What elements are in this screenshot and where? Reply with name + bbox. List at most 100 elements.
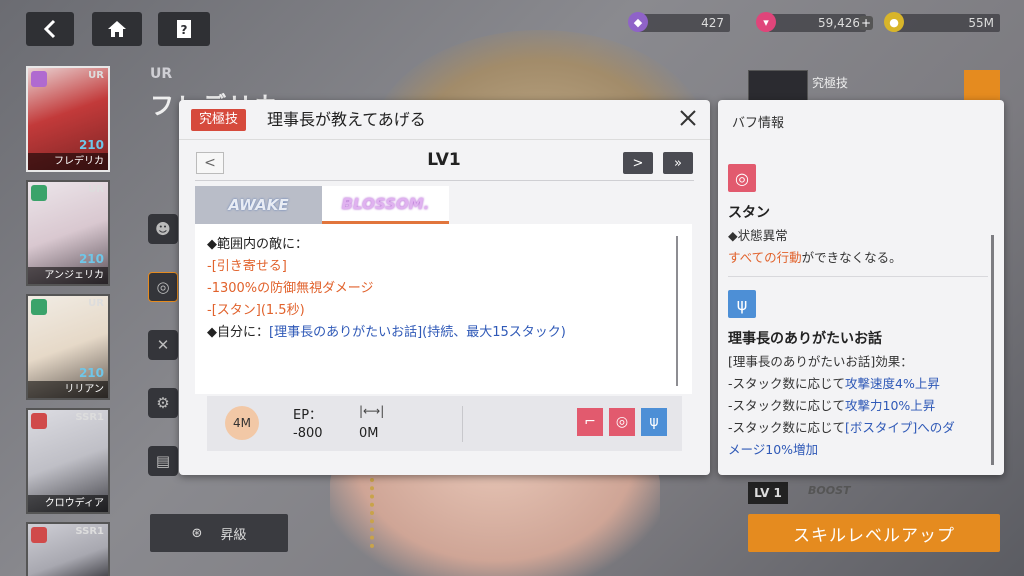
add-ticket-button[interactable]: + <box>859 16 873 30</box>
element-icon <box>31 71 47 87</box>
level-label: 210 <box>78 252 104 266</box>
buff-type: ◆状態異常 <box>728 228 788 243</box>
promote-icon: ⊛ <box>191 525 203 541</box>
buff-info-panel: バフ情報 ◎ スタン ◆状態異常 すべての行動ができなくなる。 ψ 理事長のあり… <box>718 100 1004 475</box>
ep-label: EP： <box>293 408 323 423</box>
roster-card[interactable]: UR 210 フレデリカ <box>26 66 110 172</box>
double-chevron-right-icon: » <box>674 155 682 171</box>
boost-label: BOOST <box>808 484 851 497</box>
back-button[interactable] <box>26 12 74 46</box>
buff-name: 理事長のありがたいお話 <box>728 331 882 347</box>
buff-effect-line: -スタック数に応じて攻撃速度4%上昇 <box>728 373 940 392</box>
chevron-right-icon: > <box>632 155 644 171</box>
buff-panel-title: バフ情報 <box>732 116 785 131</box>
gem-icon: ◆ <box>628 12 648 32</box>
hook-icon[interactable]: ⌐ <box>577 408 603 436</box>
divider <box>728 276 988 277</box>
buff-text: -スタック数に応じて <box>728 420 846 435</box>
card-tab-icon[interactable]: ▤ <box>148 446 178 476</box>
range-badge: 4M <box>225 406 259 440</box>
element-icon <box>31 185 47 201</box>
buff-text: -スタック数に応じて <box>728 376 846 391</box>
gear-tab-icon[interactable]: ⚙ <box>148 388 178 418</box>
distance-icon: |⟷| <box>359 404 385 418</box>
help-icon: ? <box>177 20 191 38</box>
buff-highlight: 攻撃速度4%上昇 <box>845 376 940 391</box>
skill-detail-panel: 究極技 理事長が教えてあげる < LV1 > » AWAKE BLOSSOM. … <box>179 100 710 475</box>
close-button[interactable] <box>676 108 700 132</box>
skill-level-up-button[interactable]: スキルレベルアップ <box>748 514 1000 552</box>
skill-level: LV1 <box>427 150 461 170</box>
help-button[interactable]: ? <box>158 12 210 46</box>
buff-highlight: 攻撃力10%上昇 <box>845 398 936 413</box>
element-icon <box>31 527 47 543</box>
orange-indicator <box>964 70 1000 104</box>
rarity-label: UR <box>88 298 104 309</box>
character-name: フレデリカ <box>28 153 108 170</box>
gold-coin-icon: ● <box>884 12 904 32</box>
roster-card[interactable]: SSR1 <box>26 522 110 576</box>
element-icon <box>31 413 47 429</box>
buff-effect-line: メージ10%増加 <box>728 439 818 458</box>
ep-value: -800 <box>293 426 323 441</box>
buff-effect-line: -スタック数に応じて[ボスタイプ]へのダ <box>728 417 955 436</box>
desc-buff-link: [理事長のありがたいお話](持続、最大15スタック) <box>269 325 566 340</box>
desc-line: ◆自分に：[理事長のありがたいお話](持続、最大15スタック) <box>207 322 680 344</box>
ticket-counter: 59,426 <box>768 14 866 32</box>
buff-scrollbar[interactable] <box>991 235 994 465</box>
roster-card[interactable]: UR 210 アンジェリカ <box>26 180 110 286</box>
desc-prefix: ◆自分に： <box>207 325 269 340</box>
buff-text: ができなくなる。 <box>801 250 902 265</box>
desc-line: -1300%の防御無視ダメージ <box>207 281 374 296</box>
profile-tab-icon[interactable]: ☻ <box>148 214 178 244</box>
staff-icon[interactable]: ψ <box>641 408 667 436</box>
character-name: アンジェリカ <box>28 267 108 284</box>
ultimate-tag: 究極技 <box>812 76 849 90</box>
promote-label: 昇級 <box>220 527 247 543</box>
chevron-left-icon <box>43 19 56 39</box>
buff-effect-line: -スタック数に応じて攻撃力10%上昇 <box>728 395 935 414</box>
close-icon <box>680 110 696 126</box>
description-scrollbar[interactable] <box>676 236 678 386</box>
panel-header: 究極技 理事長が教えてあげる <box>179 100 710 140</box>
roster-card[interactable]: UR 210 リリアン <box>26 294 110 400</box>
max-level-button[interactable]: » <box>663 152 693 174</box>
ticket-icon: ▾ <box>756 12 776 32</box>
level-label: 210 <box>78 366 104 380</box>
chevron-left-icon: < <box>204 155 216 171</box>
rarity-label: UR <box>88 70 104 81</box>
buff-name: スタン <box>728 205 770 221</box>
element-icon <box>31 299 47 315</box>
distance-value: 0M <box>359 426 379 441</box>
background-chain <box>370 478 384 548</box>
previous-level-button[interactable]: < <box>196 152 224 174</box>
home-icon <box>108 21 126 37</box>
rarity-tag: UR <box>150 66 173 82</box>
roster-card[interactable]: SSR1 クロウディア <box>26 408 110 514</box>
rarity-label: SSR1 <box>75 412 104 423</box>
skill-title: 理事長が教えてあげる <box>267 110 426 129</box>
tab-awake[interactable]: AWAKE <box>195 186 322 224</box>
buff-highlight: メージ10%増加 <box>728 442 819 457</box>
stun-spiral-icon: ◎ <box>728 164 756 192</box>
gold-counter: 55M <box>896 14 1000 32</box>
rarity-label: UR <box>88 184 104 195</box>
tab-blossom[interactable]: BLOSSOM. <box>322 186 449 224</box>
buff-highlight: [ボスタイプ]へのダ <box>845 420 955 435</box>
gem-counter: 427 <box>638 14 730 32</box>
svg-text:?: ? <box>181 23 188 37</box>
desc-line: -[引き寄せる] <box>207 259 287 274</box>
next-level-button[interactable]: > <box>623 152 653 174</box>
character-name: リリアン <box>28 381 108 398</box>
promote-button[interactable]: ⊛ 昇級 <box>150 514 288 552</box>
skill-level-tag: LV 1 <box>748 482 788 504</box>
weapon-tab-icon[interactable]: ✕ <box>148 330 178 360</box>
skill-tab-icon[interactable]: ◎ <box>148 272 178 302</box>
home-button[interactable] <box>92 12 142 46</box>
character-name: クロウディア <box>28 495 108 512</box>
buff-highlight: すべての行動 <box>728 250 802 265</box>
spiral-icon[interactable]: ◎ <box>609 408 635 436</box>
desc-line: ◆範囲内の敵に： <box>207 237 308 252</box>
skill-description: ◆範囲内の敵に： -[引き寄せる] -1300%の防御無視ダメージ -[スタン]… <box>195 224 692 394</box>
desc-line: -[スタン](1.5秒) <box>207 303 305 318</box>
